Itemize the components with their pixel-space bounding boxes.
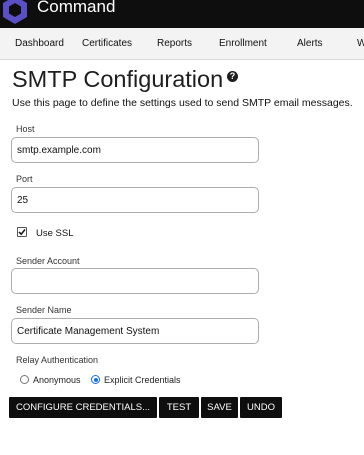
undo-button[interactable]: UNDO [240, 397, 282, 418]
checkmark-icon [18, 229, 26, 236]
sender-account-input[interactable] [11, 268, 259, 294]
host-label: Host [16, 124, 35, 134]
sender-account-label: Sender Account [16, 256, 80, 266]
help-icon[interactable]: ? [227, 71, 238, 82]
radio-explicit-credentials[interactable] [91, 375, 100, 384]
port-input[interactable] [11, 187, 259, 213]
sender-name-label: Sender Name [16, 305, 72, 315]
page-title: SMTP Configuration [12, 66, 224, 92]
nav-item-alerts[interactable]: Alerts [297, 38, 323, 49]
command-logo-icon [3, 0, 27, 24]
host-input[interactable] [11, 137, 259, 163]
top-bar: Command [0, 0, 364, 28]
port-label: Port [16, 174, 33, 184]
sender-name-input[interactable] [11, 318, 259, 344]
nav-item-enrollment[interactable]: Enrollment [219, 38, 267, 49]
radio-anonymous-label: Anonymous [33, 375, 81, 385]
app-name: Command [37, 0, 116, 16]
test-button[interactable]: TEST [159, 397, 199, 418]
main-nav: Dashboard Certificates Reports Enrollmen… [0, 28, 364, 60]
save-button[interactable]: SAVE [201, 397, 238, 418]
nav-item-dashboard[interactable]: Dashboard [15, 38, 64, 49]
nav-item-reports[interactable]: Reports [157, 38, 192, 49]
page-description: Use this page to define the settings use… [12, 97, 353, 109]
radio-explicit-credentials-label: Explicit Credentials [104, 375, 181, 385]
nav-item-overflow[interactable]: W [357, 38, 364, 49]
configure-credentials-button[interactable]: CONFIGURE CREDENTIALS... [9, 397, 157, 418]
relay-authentication-label: Relay Authentication [16, 355, 99, 365]
use-ssl-checkbox[interactable] [17, 227, 27, 237]
use-ssl-label: Use SSL [36, 228, 74, 239]
nav-item-certificates[interactable]: Certificates [82, 38, 132, 49]
radio-anonymous[interactable] [20, 375, 29, 384]
